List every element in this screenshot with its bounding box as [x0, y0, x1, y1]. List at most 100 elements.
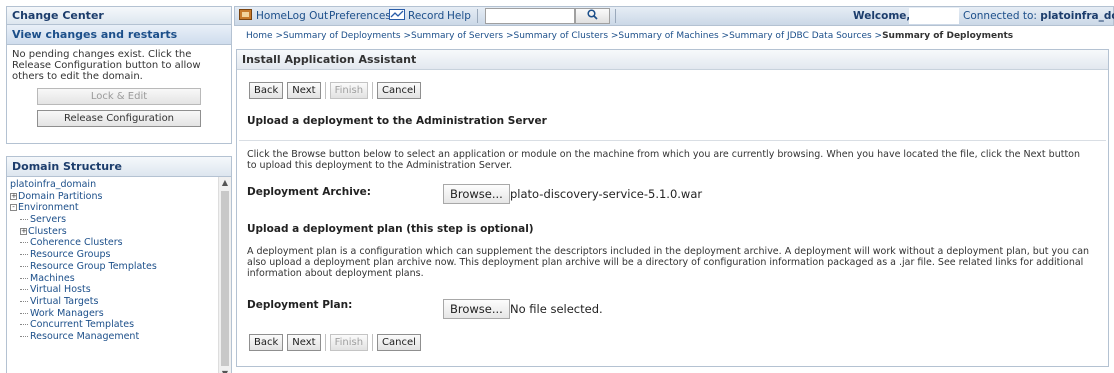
tree-item[interactable]: Resource Management [10, 331, 219, 343]
tree-item-label[interactable]: Work Managers [30, 308, 104, 319]
expand-icon[interactable]: + [20, 227, 27, 235]
view-changes-link[interactable]: View changes and restarts [7, 25, 231, 45]
left-column: Change Center View changes and restarts … [6, 6, 232, 373]
record-link[interactable]: Record [408, 7, 444, 25]
tree-connector [20, 277, 28, 279]
domain-structure-panel: Domain Structure platoinfra_domain +Domai… [6, 156, 232, 373]
breadcrumb-current: Summary of Deployments [882, 31, 1014, 41]
upload-description: Click the Browse button below to select … [247, 149, 1081, 171]
tree-item[interactable]: Servers [10, 214, 219, 226]
scroll-down-icon[interactable]: ▼ [219, 368, 231, 373]
back-button[interactable]: Back [249, 334, 284, 351]
tree-connector [20, 289, 28, 291]
plan-file-name: No file selected. [510, 302, 603, 316]
finish-button[interactable]: Finish [329, 82, 369, 99]
next-button[interactable]: Next [287, 334, 321, 351]
wizard-buttons-bottom: Back Next Finish Cancel [249, 334, 425, 352]
back-button[interactable]: Back [249, 82, 284, 99]
tree-item-label[interactable]: Environment [18, 202, 79, 213]
tree-item[interactable]: Work Managers [10, 308, 219, 320]
tree-item-label[interactable]: Virtual Targets [30, 296, 98, 307]
scroll-thumb[interactable] [221, 191, 229, 366]
wizard-buttons-top: Back Next Finish Cancel [249, 82, 425, 100]
tree-item[interactable]: Virtual Targets [10, 296, 219, 308]
tree-item[interactable]: +Clusters [10, 226, 219, 238]
tree-scrollbar[interactable]: ▲ ▼ [218, 177, 231, 373]
tree-connector [20, 254, 28, 256]
button-divider [324, 334, 326, 351]
lock-edit-button[interactable]: Lock & Edit [37, 88, 201, 105]
search-icon [587, 9, 598, 20]
record-icon[interactable] [389, 7, 405, 25]
install-assistant-panel: Install Application Assistant Back Next Fi… [236, 49, 1109, 367]
domain-tree: platoinfra_domain +Domain Partitions - Envi… [7, 177, 219, 373]
deployment-plan-label: Deployment Plan: [247, 299, 353, 311]
tree-connector [20, 300, 28, 302]
logout-link[interactable]: Log Out [287, 7, 328, 25]
tree-item-label[interactable]: Servers [30, 214, 66, 225]
username-box [909, 8, 959, 24]
tree-connector [20, 335, 28, 337]
connected-domain: platoinfra_domain [1040, 10, 1114, 22]
tree-item[interactable]: Concurrent Templates [10, 319, 219, 331]
toolbar-divider [615, 9, 616, 23]
tree-item-label[interactable]: Resource Management [30, 331, 139, 342]
button-divider [324, 82, 326, 99]
breadcrumb-trail[interactable]: Home >Summary of Deployments >Summary of… [246, 31, 882, 41]
tree-item[interactable]: Coherence Clusters [10, 237, 219, 249]
tree-item-label[interactable]: Resource Group Templates [30, 261, 157, 272]
welcome-label: Welcome, [853, 10, 911, 22]
upload-plan-header: Upload a deployment plan (this step is o… [247, 223, 534, 235]
tree-item[interactable]: platoinfra_domain [10, 179, 219, 191]
assistant-title: Install Application Assistant [237, 50, 1108, 70]
cancel-button[interactable]: Cancel [377, 334, 421, 351]
change-center-message: No pending changes exist. Click the Rele… [12, 49, 201, 82]
tree-connector [20, 324, 28, 326]
button-divider [372, 334, 374, 351]
tree-item-label[interactable]: Coherence Clusters [30, 237, 123, 248]
search-input[interactable] [485, 8, 575, 24]
tree-item-label[interactable]: Machines [30, 273, 75, 284]
tree-connector [20, 312, 28, 314]
release-configuration-button[interactable]: Release Configuration [37, 110, 201, 127]
home-icon[interactable] [239, 7, 252, 25]
tree-item-label[interactable]: Concurrent Templates [30, 319, 134, 330]
cancel-button[interactable]: Cancel [377, 82, 421, 99]
next-button[interactable]: Next [287, 82, 321, 99]
tree-item-label[interactable]: platoinfra_domain [10, 179, 96, 190]
domain-structure-title: Domain Structure [7, 157, 231, 177]
finish-button[interactable]: Finish [329, 334, 369, 351]
collapse-icon[interactable]: - [10, 204, 17, 212]
tree-item-label[interactable]: Virtual Hosts [30, 284, 91, 295]
archive-browse-button[interactable]: Browse... [443, 184, 510, 204]
change-center-panel: Change Center View changes and restarts … [6, 6, 232, 144]
button-divider [372, 82, 374, 99]
deployment-archive-label: Deployment Archive: [247, 186, 371, 198]
archive-file-name: plato-discovery-service-5.1.0.war [510, 187, 703, 201]
tree-item[interactable]: Resource Group Templates [10, 261, 219, 273]
tree-item[interactable]: Machines [10, 273, 219, 285]
section-divider [239, 140, 1106, 141]
plan-browse-button[interactable]: Browse... [443, 299, 510, 319]
plan-description: A deployment plan is a configuration whi… [247, 246, 1090, 279]
tree-item-label[interactable]: Clusters [28, 226, 67, 237]
help-link[interactable]: Help [447, 7, 471, 25]
tree-item[interactable]: Virtual Hosts [10, 284, 219, 296]
tree-item[interactable]: Resource Groups [10, 249, 219, 261]
tree-item[interactable]: +Domain Partitions [10, 191, 219, 203]
tree-connector [20, 219, 28, 221]
tree-item-label[interactable]: Domain Partitions [18, 191, 102, 202]
breadcrumb[interactable]: Home >Summary of Deployments >Summary of… [246, 31, 1013, 41]
expand-icon[interactable]: + [10, 192, 17, 200]
search-button[interactable] [575, 8, 610, 24]
tree-connector [20, 242, 28, 244]
scroll-up-icon[interactable]: ▲ [219, 177, 231, 189]
connected-status: Connected to: platoinfra_domain [963, 7, 1114, 25]
toolbar-divider [477, 9, 478, 23]
preferences-link[interactable]: Preferences [329, 7, 391, 25]
tree-item[interactable]: - Environment [10, 202, 219, 214]
tree-item-label[interactable]: Resource Groups [30, 249, 110, 260]
top-toolbar: Home Log Out Preferences Record Help Wel… [234, 6, 1114, 26]
change-center-title: Change Center [7, 7, 231, 25]
home-link[interactable]: Home [256, 7, 287, 25]
